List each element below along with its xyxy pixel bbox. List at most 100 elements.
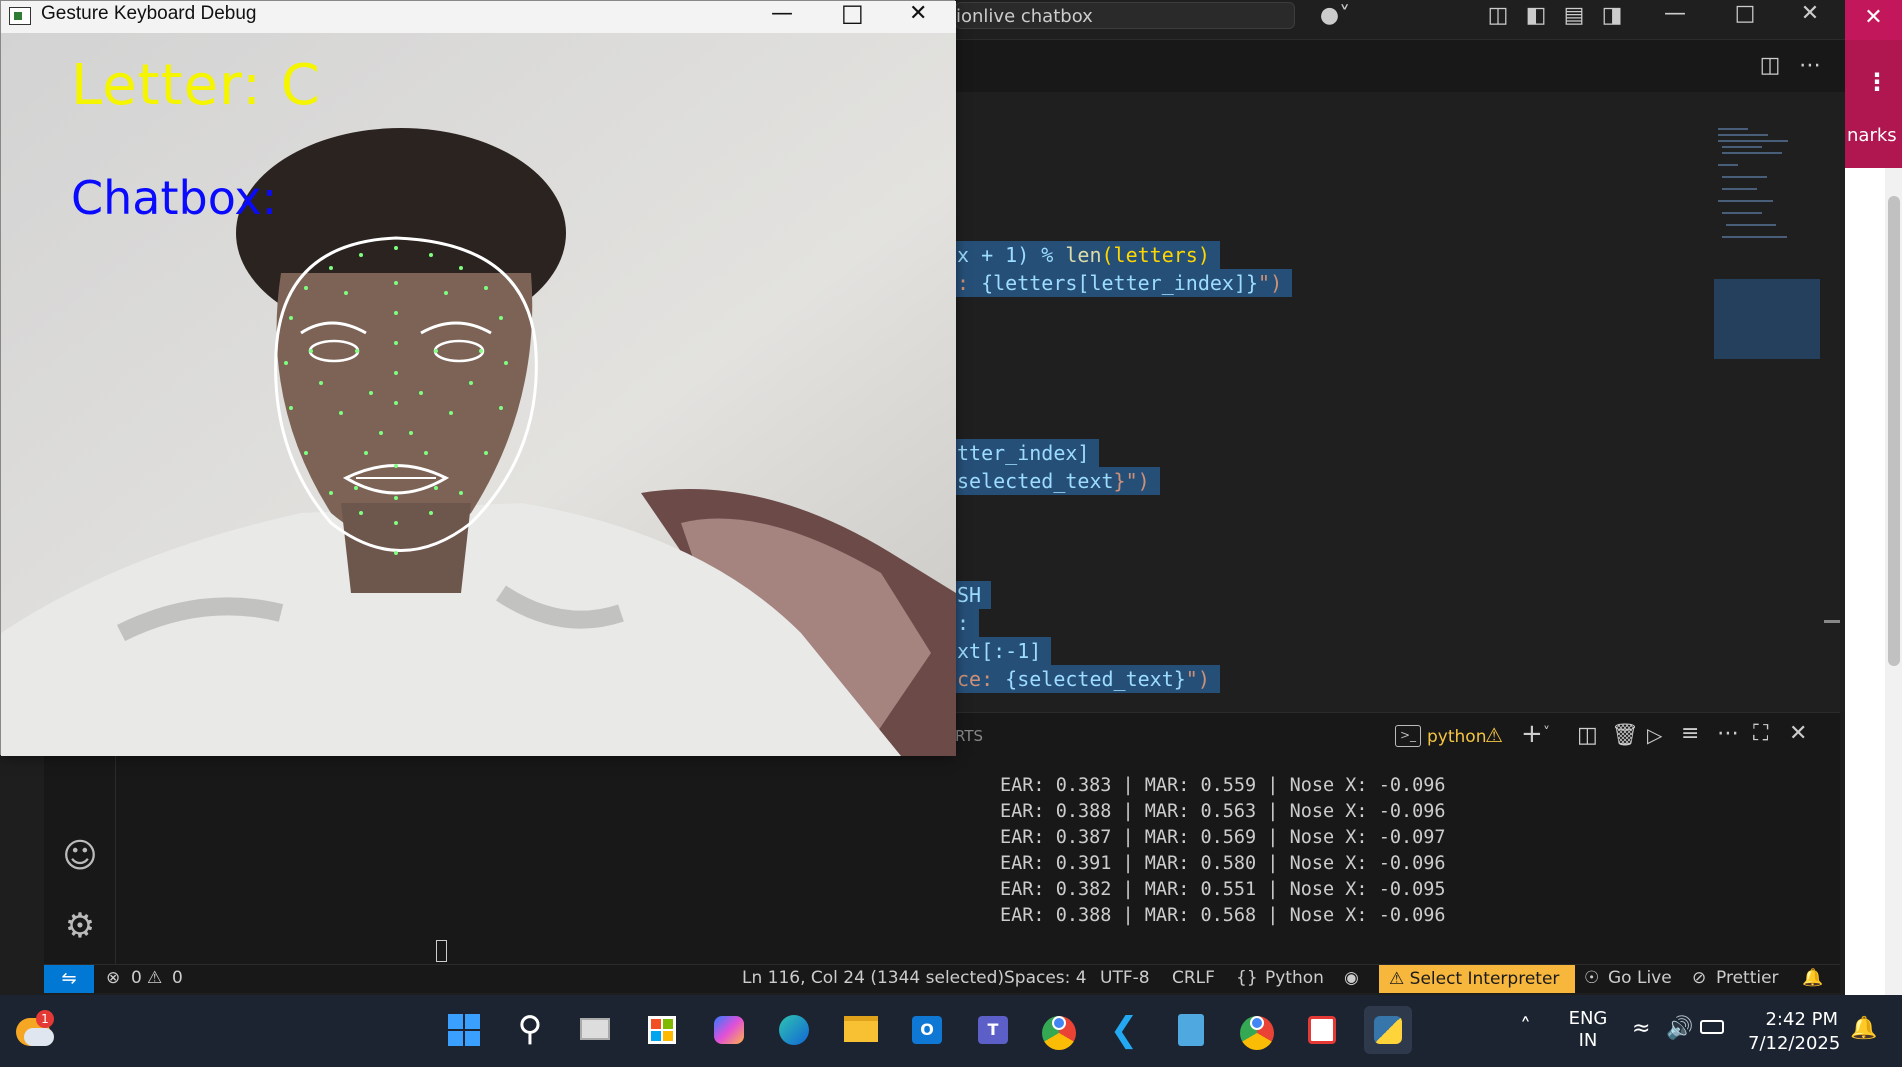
- prettier-button[interactable]: Prettier: [1716, 968, 1779, 988]
- editor-tab-bar: ◫ ⋯: [955, 40, 1845, 92]
- python-icon[interactable]: [1364, 1006, 1412, 1054]
- minimize-icon[interactable]: —: [1660, 0, 1690, 28]
- braces-icon: {}: [1236, 968, 1258, 988]
- indentation[interactable]: Spaces: 4: [1004, 968, 1087, 988]
- maximize-panel-icon[interactable]: ⛶: [1753, 721, 1768, 746]
- terminal-panel: RTS >_ python ⚠ + ˅ ◫ 🗑 ▷ ≡ ⋯ ⛶ ✕ EAR: 0…: [955, 712, 1840, 964]
- edge-icon[interactable]: [770, 1006, 818, 1054]
- error-count[interactable]: 0: [131, 968, 142, 988]
- browser-scrollbar[interactable]: [1885, 168, 1902, 995]
- search-icon[interactable]: ⚲: [506, 1006, 554, 1054]
- terminal-icon: >_: [1395, 725, 1421, 747]
- eol[interactable]: CRLF: [1172, 968, 1215, 988]
- panel-tab-ports[interactable]: RTS: [955, 727, 983, 745]
- clock[interactable]: 2:42 PM 7/12/2025: [1748, 1008, 1841, 1056]
- run-icon[interactable]: ▷: [1647, 723, 1662, 747]
- terminal-line: EAR: 0.391 | MAR: 0.580 | Nose X: -0.096: [1000, 853, 1446, 874]
- new-terminal-icon[interactable]: +: [1521, 719, 1543, 749]
- warning-icon: ⚠: [1485, 723, 1503, 747]
- weather-icon[interactable]: 1: [14, 1010, 54, 1050]
- toggle-sidebar-icon[interactable]: ◧: [1521, 2, 1551, 30]
- chatbox-overlay: Chatbox:: [71, 171, 278, 225]
- terminal-output[interactable]: EAR: 0.383 | MAR: 0.559 | Nose X: -0.096…: [1000, 773, 1446, 929]
- gear-icon[interactable]: ⚙: [60, 906, 100, 946]
- split-editor-icon[interactable]: ◫: [1755, 52, 1785, 80]
- maximize-icon[interactable]: □: [841, 0, 864, 27]
- encoding[interactable]: UTF-8: [1100, 968, 1150, 988]
- terminal-line: EAR: 0.382 | MAR: 0.551 | Nose X: -0.095: [1000, 879, 1446, 900]
- code-token: "): [1185, 667, 1210, 691]
- code-token: (letters): [1101, 243, 1210, 267]
- warning-count[interactable]: 0: [172, 968, 183, 988]
- volume-icon[interactable]: 🔊: [1666, 1016, 1693, 1041]
- scroll-thumb[interactable]: [1888, 196, 1900, 666]
- select-interpreter-button[interactable]: ⚠ Select Interpreter: [1379, 965, 1575, 993]
- lang-bottom: IN: [1578, 1030, 1598, 1051]
- code-token: len: [1065, 243, 1102, 267]
- close-icon[interactable]: ✕: [909, 1, 927, 26]
- terminal-line: EAR: 0.388 | MAR: 0.563 | Nose X: -0.096: [1000, 801, 1446, 822]
- wifi-icon[interactable]: ≈: [1632, 1016, 1650, 1041]
- trash-icon[interactable]: 🗑: [1611, 723, 1639, 748]
- account-icon[interactable]: ☺: [60, 836, 100, 876]
- maximize-icon[interactable]: □: [1730, 0, 1760, 28]
- camera-feed: Letter: C Chatbox:: [1, 33, 956, 756]
- store-icon[interactable]: [638, 1006, 686, 1054]
- remote-icon[interactable]: ⇋: [44, 965, 94, 993]
- toggle-secondary-sidebar-icon[interactable]: ◨: [1597, 2, 1627, 30]
- terminal-name[interactable]: python: [1427, 727, 1486, 747]
- close-panel-icon[interactable]: ✕: [1789, 721, 1807, 746]
- bell-icon[interactable]: 🔔: [1850, 1016, 1877, 1041]
- language-mode[interactable]: Python: [1265, 968, 1324, 988]
- menu-icon[interactable]: ⋮: [1865, 68, 1889, 96]
- battery-icon[interactable]: [1700, 1020, 1724, 1034]
- bookmarks-label[interactable]: narks: [1847, 125, 1897, 146]
- code-line: SH: [955, 581, 992, 609]
- teams-icon[interactable]: T: [968, 1006, 1016, 1054]
- terminal-line: EAR: 0.383 | MAR: 0.559 | Nose X: -0.096: [1000, 775, 1446, 796]
- code-line: ce: {selected_text}"): [955, 665, 1220, 693]
- editor-scrollbar[interactable]: [1822, 128, 1842, 712]
- copilot-status-icon[interactable]: ◉: [1344, 968, 1359, 988]
- close-icon[interactable]: ✕: [1795, 0, 1825, 28]
- chrome-icon[interactable]: [1034, 1006, 1082, 1054]
- code-line: xt[:-1]: [955, 637, 1052, 665]
- code-token: selected_text: [957, 469, 1114, 493]
- vscode-icon[interactable]: ❮: [1100, 1006, 1148, 1054]
- more-actions-icon[interactable]: ⋯: [1795, 52, 1825, 80]
- letter-overlay: Letter: C: [71, 53, 321, 118]
- cursor-position[interactable]: Ln 116, Col 24 (1344 selected): [742, 968, 1004, 988]
- file-explorer-icon[interactable]: [836, 1006, 884, 1054]
- close-icon[interactable]: ✕: [1845, 0, 1902, 40]
- outlook-icon[interactable]: O: [902, 1006, 950, 1054]
- terminal-line: EAR: 0.388 | MAR: 0.568 | Nose X: -0.096: [1000, 905, 1446, 926]
- command-center-search[interactable]: ionlive chatbox: [955, 2, 1295, 29]
- list-icon[interactable]: ≡: [1681, 721, 1699, 746]
- start-icon[interactable]: [440, 1006, 488, 1054]
- clock-date: 7/12/2025: [1748, 1033, 1841, 1054]
- code-line: tter_index]: [955, 439, 1100, 467]
- breadcrumb: [955, 92, 1845, 128]
- window-title-bar[interactable]: Gesture Keyboard Debug — □ ✕: [1, 0, 956, 33]
- window-title: Gesture Keyboard Debug: [41, 3, 257, 24]
- input-language[interactable]: ENG IN: [1568, 1008, 1608, 1052]
- minimap[interactable]: [1712, 124, 1822, 364]
- toggle-panel-icon[interactable]: ▤: [1559, 2, 1589, 30]
- customize-layout-icon[interactable]: ◫: [1483, 2, 1513, 30]
- taskbar: [0, 995, 1902, 1067]
- notepad-icon[interactable]: [1166, 1006, 1214, 1054]
- task-view-icon[interactable]: [572, 1006, 620, 1054]
- chrome-profile-icon[interactable]: [1232, 1006, 1280, 1054]
- chevron-up-icon[interactable]: ˄: [1520, 1015, 1531, 1040]
- snipping-tool-icon[interactable]: [1298, 1006, 1346, 1054]
- go-live-button[interactable]: Go Live: [1608, 968, 1672, 988]
- app-icon: [9, 7, 31, 25]
- chevron-down-icon[interactable]: ˅: [1543, 725, 1550, 741]
- copilot-icon[interactable]: [704, 1006, 752, 1054]
- more-icon[interactable]: ⋯: [1717, 721, 1739, 746]
- minimize-icon[interactable]: —: [771, 1, 793, 26]
- panel-header: RTS >_ python ⚠ + ˅ ◫ 🗑 ▷ ≡ ⋯ ⛶ ✕: [955, 713, 1840, 761]
- split-terminal-icon[interactable]: ◫: [1577, 723, 1598, 748]
- bell-icon[interactable]: 🔔: [1802, 968, 1823, 988]
- copilot-icon[interactable]: ●˅: [1315, 2, 1355, 30]
